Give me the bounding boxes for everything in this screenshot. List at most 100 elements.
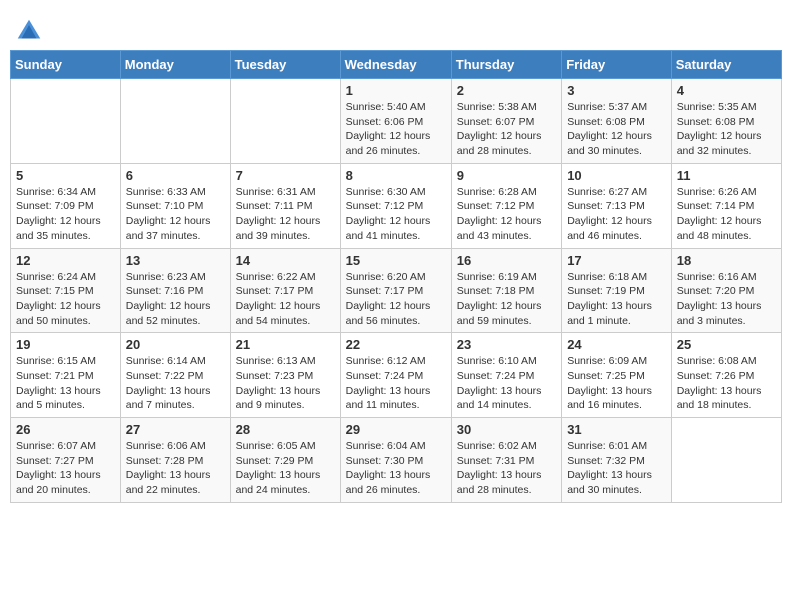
day-number: 14 <box>236 253 335 268</box>
calendar-cell <box>230 79 340 164</box>
page-header <box>10 10 782 46</box>
day-info: Sunrise: 6:33 AM Sunset: 7:10 PM Dayligh… <box>126 185 225 244</box>
calendar-week-row: 1Sunrise: 5:40 AM Sunset: 6:06 PM Daylig… <box>11 79 782 164</box>
logo-icon <box>14 16 44 46</box>
calendar-cell: 3 Sunrise: 5:37 AM Sunset: 6:08 PM Daylig… <box>562 79 672 164</box>
day-number: 5 <box>16 168 115 183</box>
day-number: 13 <box>126 253 225 268</box>
calendar-cell: 24 Sunrise: 6:09 AM Sunset: 7:25 PM Dayli… <box>562 333 672 418</box>
calendar-cell: 30 Sunrise: 6:02 AM Sunset: 7:31 PM Dayli… <box>451 418 561 503</box>
day-info: Sunrise: 6:12 AM Sunset: 7:24 PM Dayligh… <box>346 354 446 413</box>
calendar-cell: 2 Sunrise: 5:38 AM Sunset: 6:07 PM Daylig… <box>451 79 561 164</box>
day-number: 25 <box>677 337 776 352</box>
calendar-cell: 8 Sunrise: 6:30 AM Sunset: 7:12 PM Daylig… <box>340 163 451 248</box>
day-number: 18 <box>677 253 776 268</box>
calendar-cell: 7 Sunrise: 6:31 AM Sunset: 7:11 PM Daylig… <box>230 163 340 248</box>
day-number: 21 <box>236 337 335 352</box>
day-number: 22 <box>346 337 446 352</box>
calendar-cell <box>120 79 230 164</box>
col-wednesday: Wednesday <box>340 51 451 79</box>
calendar-cell: 25 Sunrise: 6:08 AM Sunset: 7:26 PM Dayli… <box>671 333 781 418</box>
calendar-cell: 18 Sunrise: 6:16 AM Sunset: 7:20 PM Dayli… <box>671 248 781 333</box>
calendar-cell: 11 Sunrise: 6:26 AM Sunset: 7:14 PM Dayli… <box>671 163 781 248</box>
day-number: 10 <box>567 168 666 183</box>
day-number: 23 <box>457 337 556 352</box>
calendar-cell <box>671 418 781 503</box>
day-info: Sunrise: 5:35 AM Sunset: 6:08 PM Dayligh… <box>677 100 776 159</box>
day-number: 6 <box>126 168 225 183</box>
day-info: Sunrise: 6:15 AM Sunset: 7:21 PM Dayligh… <box>16 354 115 413</box>
day-number: 9 <box>457 168 556 183</box>
calendar-cell: 21Sunrise: 6:13 AM Sunset: 7:23 PM Dayli… <box>230 333 340 418</box>
day-info: Sunrise: 6:14 AM Sunset: 7:22 PM Dayligh… <box>126 354 225 413</box>
day-number: 19 <box>16 337 115 352</box>
col-sunday: Sunday <box>11 51 121 79</box>
day-number: 16 <box>457 253 556 268</box>
calendar-cell: 28Sunrise: 6:05 AM Sunset: 7:29 PM Dayli… <box>230 418 340 503</box>
day-info: Sunrise: 5:38 AM Sunset: 6:07 PM Dayligh… <box>457 100 556 159</box>
day-number: 27 <box>126 422 225 437</box>
day-info: Sunrise: 6:18 AM Sunset: 7:19 PM Dayligh… <box>567 270 666 329</box>
day-number: 11 <box>677 168 776 183</box>
day-number: 24 <box>567 337 666 352</box>
day-number: 29 <box>346 422 446 437</box>
day-info: Sunrise: 6:27 AM Sunset: 7:13 PM Dayligh… <box>567 185 666 244</box>
day-info: Sunrise: 6:26 AM Sunset: 7:14 PM Dayligh… <box>677 185 776 244</box>
day-number: 12 <box>16 253 115 268</box>
day-info: Sunrise: 6:04 AM Sunset: 7:30 PM Dayligh… <box>346 439 446 498</box>
day-info: Sunrise: 6:02 AM Sunset: 7:31 PM Dayligh… <box>457 439 556 498</box>
day-number: 2 <box>457 83 556 98</box>
day-info: Sunrise: 6:30 AM Sunset: 7:12 PM Dayligh… <box>346 185 446 244</box>
calendar-cell: 6 Sunrise: 6:33 AM Sunset: 7:10 PM Daylig… <box>120 163 230 248</box>
calendar-cell: 12 Sunrise: 6:24 AM Sunset: 7:15 PM Dayli… <box>11 248 121 333</box>
day-info: Sunrise: 6:06 AM Sunset: 7:28 PM Dayligh… <box>126 439 225 498</box>
day-number: 31 <box>567 422 666 437</box>
day-number: 1 <box>346 83 446 98</box>
calendar-cell: 19 Sunrise: 6:15 AM Sunset: 7:21 PM Dayli… <box>11 333 121 418</box>
day-info: Sunrise: 6:16 AM Sunset: 7:20 PM Dayligh… <box>677 270 776 329</box>
calendar-week-row: 12 Sunrise: 6:24 AM Sunset: 7:15 PM Dayli… <box>11 248 782 333</box>
day-info: Sunrise: 6:19 AM Sunset: 7:18 PM Dayligh… <box>457 270 556 329</box>
calendar-cell: 10 Sunrise: 6:27 AM Sunset: 7:13 PM Dayli… <box>562 163 672 248</box>
calendar-cell: 31 Sunrise: 6:01 AM Sunset: 7:32 PM Dayli… <box>562 418 672 503</box>
day-number: 8 <box>346 168 446 183</box>
calendar-cell: 16 Sunrise: 6:19 AM Sunset: 7:18 PM Dayli… <box>451 248 561 333</box>
logo <box>14 16 46 46</box>
col-tuesday: Tuesday <box>230 51 340 79</box>
day-info: Sunrise: 6:01 AM Sunset: 7:32 PM Dayligh… <box>567 439 666 498</box>
day-info: Sunrise: 6:28 AM Sunset: 7:12 PM Dayligh… <box>457 185 556 244</box>
calendar-cell: 26Sunrise: 6:07 AM Sunset: 7:27 PM Dayli… <box>11 418 121 503</box>
day-info: Sunrise: 6:24 AM Sunset: 7:15 PM Dayligh… <box>16 270 115 329</box>
calendar-cell: 17 Sunrise: 6:18 AM Sunset: 7:19 PM Dayli… <box>562 248 672 333</box>
day-number: 17 <box>567 253 666 268</box>
day-number: 30 <box>457 422 556 437</box>
calendar-cell: 23 Sunrise: 6:10 AM Sunset: 7:24 PM Dayli… <box>451 333 561 418</box>
calendar-cell: 14 Sunrise: 6:22 AM Sunset: 7:17 PM Dayli… <box>230 248 340 333</box>
day-info: Sunrise: 5:37 AM Sunset: 6:08 PM Dayligh… <box>567 100 666 159</box>
day-info: Sunrise: 6:08 AM Sunset: 7:26 PM Dayligh… <box>677 354 776 413</box>
day-number: 20 <box>126 337 225 352</box>
day-info: Sunrise: 6:34 AM Sunset: 7:09 PM Dayligh… <box>16 185 115 244</box>
calendar-cell <box>11 79 121 164</box>
day-info: Sunrise: 6:22 AM Sunset: 7:17 PM Dayligh… <box>236 270 335 329</box>
calendar-cell: 15Sunrise: 6:20 AM Sunset: 7:17 PM Dayli… <box>340 248 451 333</box>
col-friday: Friday <box>562 51 672 79</box>
day-info: Sunrise: 6:07 AM Sunset: 7:27 PM Dayligh… <box>16 439 115 498</box>
day-info: Sunrise: 6:23 AM Sunset: 7:16 PM Dayligh… <box>126 270 225 329</box>
calendar-cell: 27 Sunrise: 6:06 AM Sunset: 7:28 PM Dayli… <box>120 418 230 503</box>
day-info: Sunrise: 6:31 AM Sunset: 7:11 PM Dayligh… <box>236 185 335 244</box>
calendar-cell: 22 Sunrise: 6:12 AM Sunset: 7:24 PM Dayli… <box>340 333 451 418</box>
calendar-cell: 4 Sunrise: 5:35 AM Sunset: 6:08 PM Daylig… <box>671 79 781 164</box>
day-info: Sunrise: 6:09 AM Sunset: 7:25 PM Dayligh… <box>567 354 666 413</box>
day-number: 7 <box>236 168 335 183</box>
col-thursday: Thursday <box>451 51 561 79</box>
day-info: Sunrise: 6:10 AM Sunset: 7:24 PM Dayligh… <box>457 354 556 413</box>
day-number: 28 <box>236 422 335 437</box>
day-number: 3 <box>567 83 666 98</box>
calendar-table: Sunday Monday Tuesday Wednesday Thursday… <box>10 50 782 503</box>
day-number: 4 <box>677 83 776 98</box>
day-info: Sunrise: 6:20 AM Sunset: 7:17 PM Dayligh… <box>346 270 446 329</box>
calendar-cell: 13 Sunrise: 6:23 AM Sunset: 7:16 PM Dayli… <box>120 248 230 333</box>
calendar-week-row: 19 Sunrise: 6:15 AM Sunset: 7:21 PM Dayli… <box>11 333 782 418</box>
calendar-cell: 5 Sunrise: 6:34 AM Sunset: 7:09 PM Daylig… <box>11 163 121 248</box>
